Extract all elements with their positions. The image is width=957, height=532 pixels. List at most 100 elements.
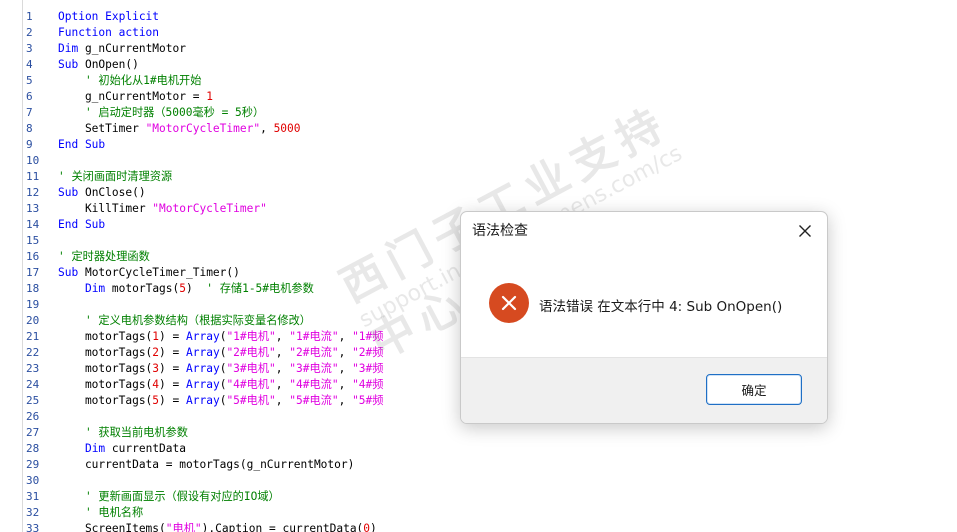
code-token: ' 获取当前电机参数 bbox=[58, 426, 188, 439]
line-number: 15 bbox=[26, 234, 40, 247]
code-line[interactable]: 8 SetTimer "MotorCycleTimer", 5000 bbox=[0, 121, 957, 137]
code-token: motorTags( bbox=[58, 346, 153, 359]
line-number: 29 bbox=[26, 458, 40, 471]
line-number: 24 bbox=[26, 378, 40, 391]
code-token: Array bbox=[186, 330, 220, 343]
code-line[interactable]: 30 bbox=[0, 473, 957, 489]
code-token: Dim bbox=[84, 442, 112, 455]
code-token: MotorCycleTimer_Timer() bbox=[84, 266, 240, 279]
code-token: ) = bbox=[159, 362, 186, 375]
code-line[interactable]: 32 ' 电机名称 bbox=[0, 505, 957, 521]
line-number: 1 bbox=[26, 10, 33, 23]
code-token: 5000 bbox=[273, 122, 301, 135]
code-text: g_nCurrentMotor = 1 bbox=[58, 89, 213, 105]
code-token: "4#电机" bbox=[226, 378, 276, 391]
code-line[interactable]: 7 ' 启动定时器（5000毫秒 = 5秒） bbox=[0, 105, 957, 121]
code-token: motorTags( bbox=[58, 378, 153, 391]
line-number: 8 bbox=[26, 122, 33, 135]
code-token: ' 关闭画面时清理资源 bbox=[58, 170, 173, 183]
code-line[interactable]: 28 Dim currentData bbox=[0, 441, 957, 457]
code-token: ) = bbox=[159, 394, 186, 407]
code-token: Function action bbox=[58, 26, 160, 39]
code-line[interactable]: 1 Option Explicit bbox=[0, 9, 957, 25]
code-line[interactable]: 9 End Sub bbox=[0, 137, 957, 153]
code-line[interactable]: 29 currentData = motorTags(g_nCurrentMot… bbox=[0, 457, 957, 473]
dialog-body: 语法错误 在文本行中 4: Sub OnOpen() bbox=[461, 248, 827, 356]
line-number: 25 bbox=[26, 394, 40, 407]
code-line[interactable]: 33 ScreenItems("电机").Caption = currentDa… bbox=[0, 521, 957, 532]
line-number: 21 bbox=[26, 330, 40, 343]
line-number: 9 bbox=[26, 138, 33, 151]
line-number: 11 bbox=[26, 170, 40, 183]
code-token: "3#电流" bbox=[289, 362, 339, 375]
code-token: "3#电机" bbox=[226, 362, 276, 375]
dialog-footer: 确定 bbox=[461, 357, 827, 423]
line-number: 22 bbox=[26, 346, 40, 359]
line-number: 30 bbox=[26, 474, 40, 487]
close-button[interactable] bbox=[789, 215, 821, 247]
line-number: 2 bbox=[26, 26, 33, 39]
line-number: 13 bbox=[26, 202, 40, 215]
dialog-title: 语法检查 bbox=[472, 223, 528, 239]
code-line[interactable]: 3 Dim g_nCurrentMotor bbox=[0, 41, 957, 57]
code-line[interactable]: 31 ' 更新画面显示（假设有对应的IO域） bbox=[0, 489, 957, 505]
ok-button[interactable]: 确定 bbox=[706, 374, 802, 405]
code-text: ' 初始化从1#电机开始 bbox=[58, 73, 201, 89]
code-token: ) = bbox=[159, 330, 186, 343]
code-text: ' 定义电机参数结构（根据实际变量名修改） bbox=[58, 313, 311, 329]
code-token: , bbox=[338, 378, 353, 391]
code-token: ).Caption = currentData( bbox=[201, 522, 364, 532]
code-token: g_nCurrentMotor bbox=[84, 42, 186, 55]
code-line[interactable]: 11 ' 关闭画面时清理资源 bbox=[0, 169, 957, 185]
code-text: ' 定时器处理函数 bbox=[58, 249, 150, 265]
code-text: motorTags(4) = Array("4#电机", "4#电流", "4#… bbox=[58, 377, 384, 393]
code-text: motorTags(2) = Array("2#电机", "2#电流", "2#… bbox=[58, 345, 384, 361]
code-line[interactable]: 4 Sub OnOpen() bbox=[0, 57, 957, 73]
code-token: "5#电流" bbox=[289, 394, 339, 407]
code-text: ' 启动定时器（5000毫秒 = 5秒） bbox=[58, 105, 264, 121]
code-token: Dim bbox=[58, 42, 85, 55]
code-token: ) bbox=[370, 522, 377, 532]
line-number: 10 bbox=[26, 154, 40, 167]
code-token: motorTags( bbox=[58, 330, 153, 343]
code-token: ' 更新画面显示（假设有对应的IO域） bbox=[58, 490, 280, 503]
line-number: 33 bbox=[26, 522, 40, 532]
code-token: "电机" bbox=[165, 522, 202, 532]
code-token: ' 存储1-5#电机参数 bbox=[206, 282, 314, 295]
code-text: Sub OnClose() bbox=[58, 185, 146, 201]
code-text: Dim motorTags(5) ' 存储1-5#电机参数 bbox=[58, 281, 314, 297]
code-token: , bbox=[275, 378, 290, 391]
line-number: 14 bbox=[26, 218, 40, 231]
code-line[interactable]: 12 Sub OnClose() bbox=[0, 185, 957, 201]
code-token: Array bbox=[186, 346, 220, 359]
line-number: 27 bbox=[26, 426, 40, 439]
code-line[interactable]: 2 Function action bbox=[0, 25, 957, 41]
line-number: 32 bbox=[26, 506, 40, 519]
code-text: ScreenItems("电机").Caption = currentData(… bbox=[58, 521, 377, 532]
code-token: ' 初始化从1#电机开始 bbox=[58, 74, 202, 87]
code-token: SetTimer bbox=[58, 122, 146, 135]
code-text: ' 关闭画面时清理资源 bbox=[58, 169, 172, 185]
code-token: ' 启动定时器（5000毫秒 = 5秒） bbox=[58, 106, 265, 119]
line-number: 19 bbox=[26, 298, 40, 311]
line-number: 4 bbox=[26, 58, 33, 71]
code-line[interactable]: 27 ' 获取当前电机参数 bbox=[0, 425, 957, 441]
code-token: "2#电流" bbox=[289, 346, 339, 359]
code-line[interactable]: 10 bbox=[0, 153, 957, 169]
code-text: End Sub bbox=[58, 137, 105, 153]
code-line[interactable]: 5 ' 初始化从1#电机开始 bbox=[0, 73, 957, 89]
code-token: , bbox=[275, 346, 290, 359]
code-token: Sub bbox=[58, 58, 85, 71]
code-token: ' 电机名称 bbox=[58, 506, 144, 519]
code-token: Option Explicit bbox=[58, 10, 160, 23]
code-token: "2#电机" bbox=[226, 346, 276, 359]
code-token: motorTags( bbox=[58, 362, 153, 375]
code-token: currentData = motorTags(g_nCurrentMotor) bbox=[58, 458, 355, 471]
code-token: "5#频 bbox=[352, 394, 384, 407]
code-text: Function action bbox=[58, 25, 159, 41]
line-number: 16 bbox=[26, 250, 40, 263]
code-token: OnClose() bbox=[84, 186, 146, 199]
code-line[interactable]: 6 g_nCurrentMotor = 1 bbox=[0, 89, 957, 105]
code-text: Sub MotorCycleTimer_Timer() bbox=[58, 265, 240, 281]
